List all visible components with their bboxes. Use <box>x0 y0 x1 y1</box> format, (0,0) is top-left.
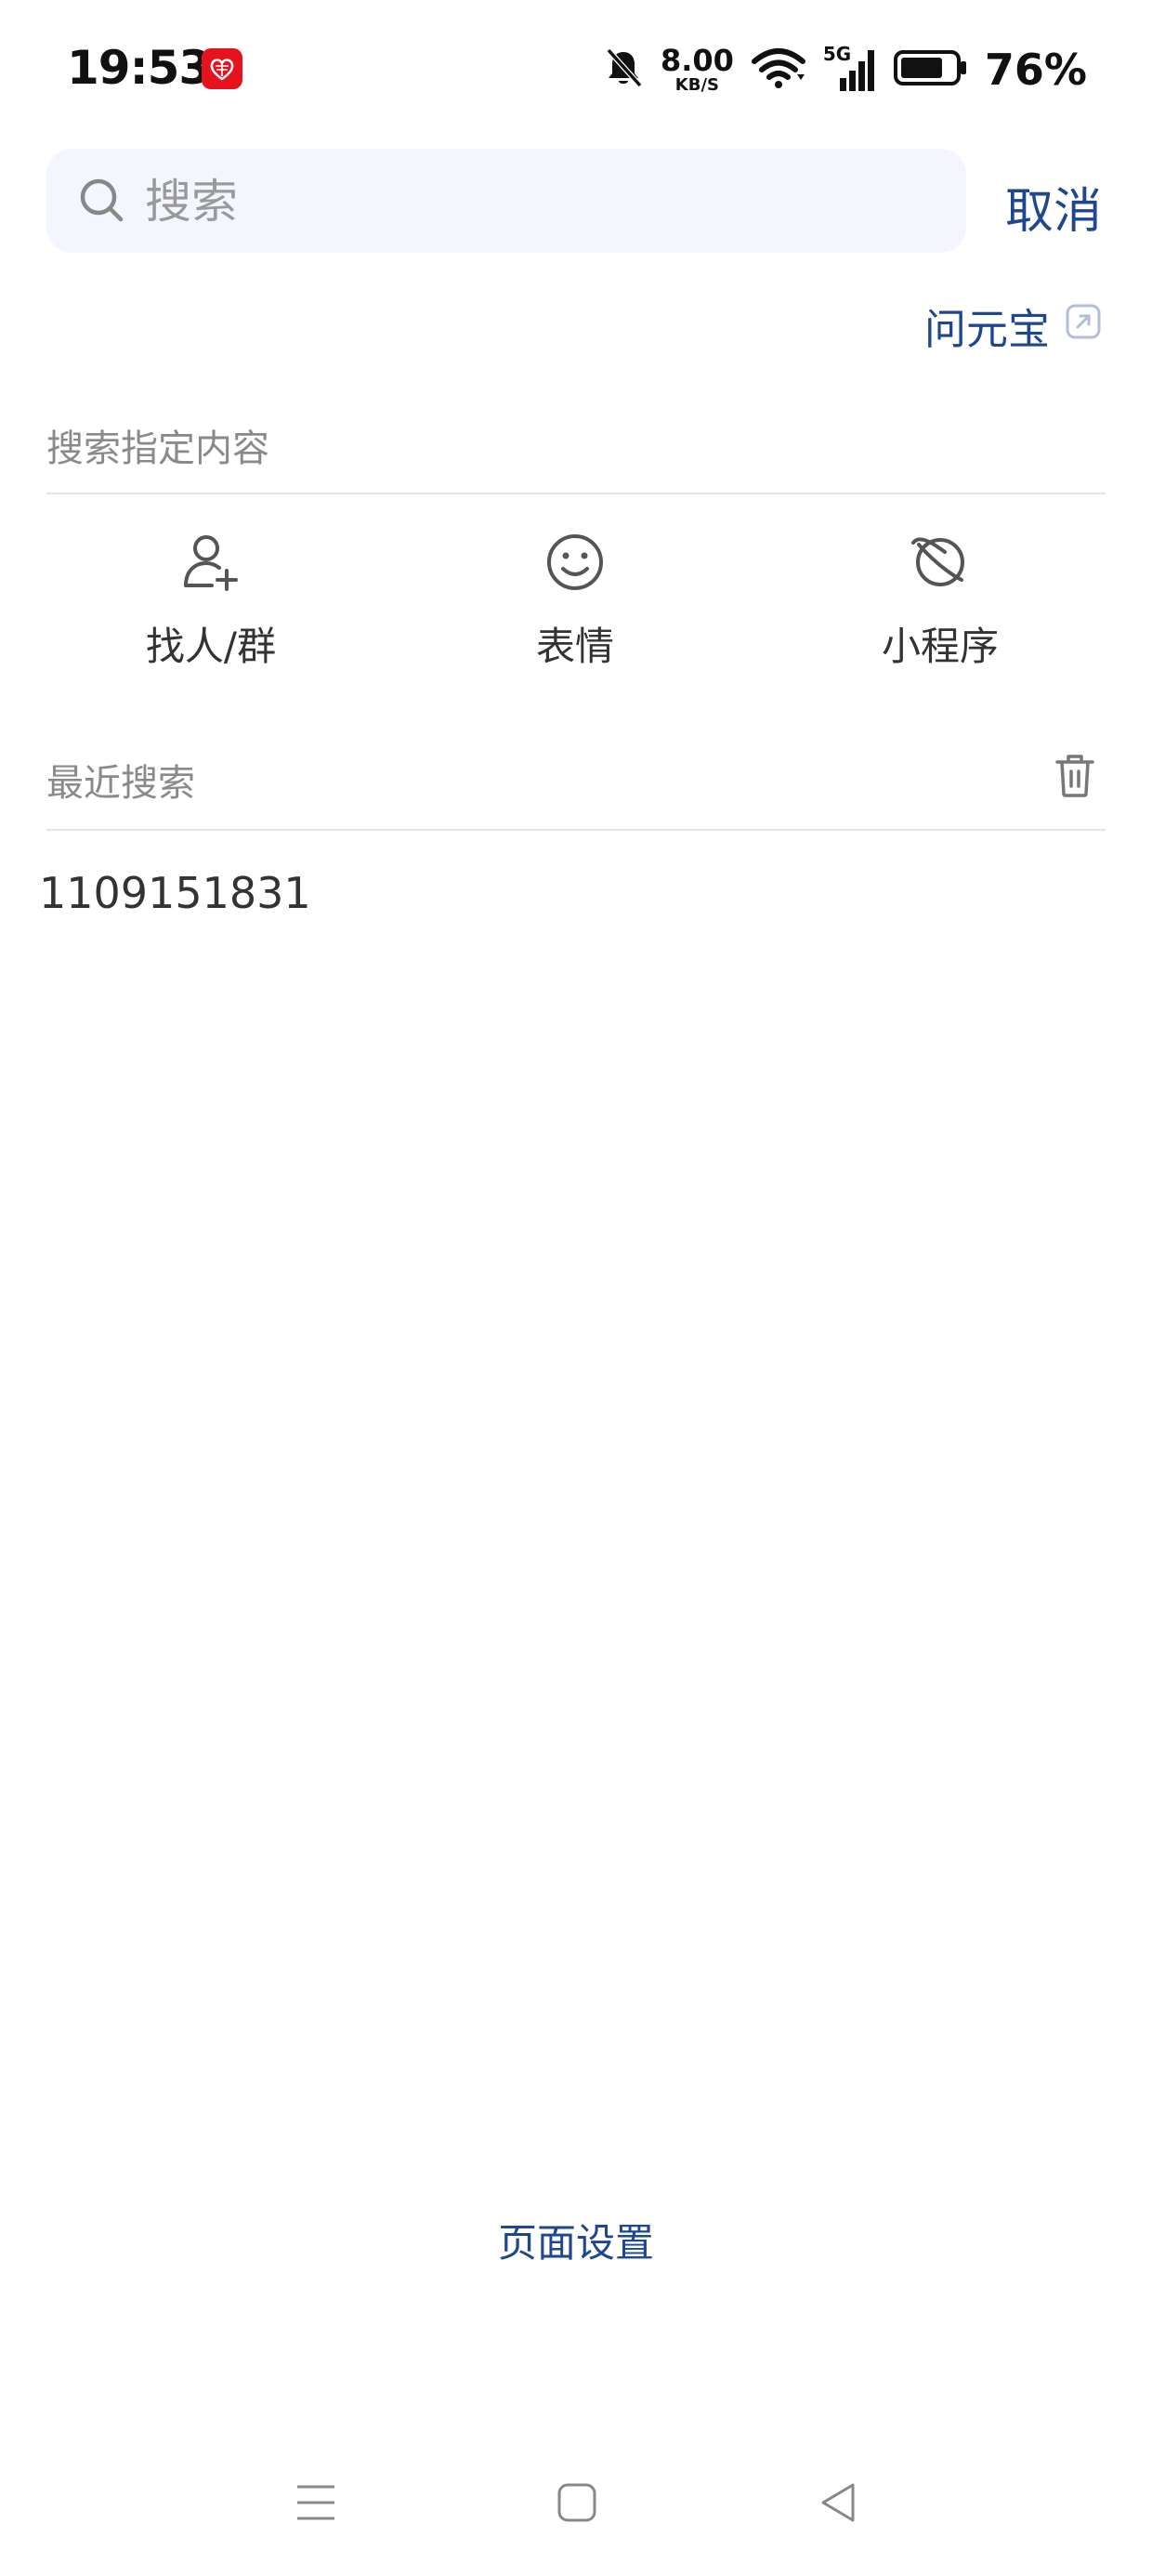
ask-yuanbao-link[interactable]: 问元宝 <box>924 296 1102 356</box>
smiley-icon <box>543 530 608 598</box>
divider <box>46 829 1106 831</box>
battery-icon <box>893 48 968 91</box>
status-time: 19:53 <box>67 41 211 95</box>
mini-program-planet-icon <box>908 530 973 598</box>
search-icon <box>76 175 128 230</box>
quick-search-label: 找人/群 <box>145 624 277 669</box>
battery-percent: 76% <box>984 45 1087 95</box>
trash-icon[interactable] <box>1054 753 1096 803</box>
recent-search-title: 最近搜索 <box>46 762 195 805</box>
back-icon[interactable] <box>816 2479 860 2530</box>
quick-search-stickers[interactable]: 表情 <box>436 530 714 672</box>
net-speed-value: 8.00 <box>660 43 734 78</box>
ask-yuanbao-label: 问元宝 <box>923 305 1050 354</box>
search-input[interactable] <box>143 167 946 236</box>
recent-search-item[interactable]: 1109151831 <box>39 868 311 918</box>
divider <box>46 493 1106 494</box>
add-person-icon <box>178 530 243 598</box>
net-speed: 8.00 KB/S <box>661 46 734 94</box>
quick-search-label: 表情 <box>535 624 614 669</box>
net-speed-unit: KB/S <box>674 75 720 95</box>
quick-search-label: 小程序 <box>881 624 999 669</box>
system-navigation-bar <box>0 2453 1152 2556</box>
home-icon[interactable] <box>556 2479 598 2530</box>
search-bar[interactable] <box>46 149 966 253</box>
quick-search-mini-programs[interactable]: 小程序 <box>801 530 1080 672</box>
cancel-button[interactable]: 取消 <box>1005 172 1102 242</box>
menu-icon[interactable] <box>294 2479 338 2530</box>
wifi-icon <box>751 46 806 93</box>
status-bar: 19:53 8.00 KB/S 5G 76% <box>0 0 1152 139</box>
app-notification-icon <box>202 48 242 89</box>
quick-search-people-groups[interactable]: 找人/群 <box>72 530 350 672</box>
status-right-group: 8.00 KB/S 5G 76% <box>603 37 1087 102</box>
external-link-icon <box>1065 301 1102 350</box>
page-settings-link[interactable]: 页面设置 <box>498 2220 654 2266</box>
specified-content-title: 搜索指定内容 <box>46 427 269 470</box>
mute-bell-icon <box>603 46 644 93</box>
cellular-signal-icon: 5G <box>823 43 877 93</box>
